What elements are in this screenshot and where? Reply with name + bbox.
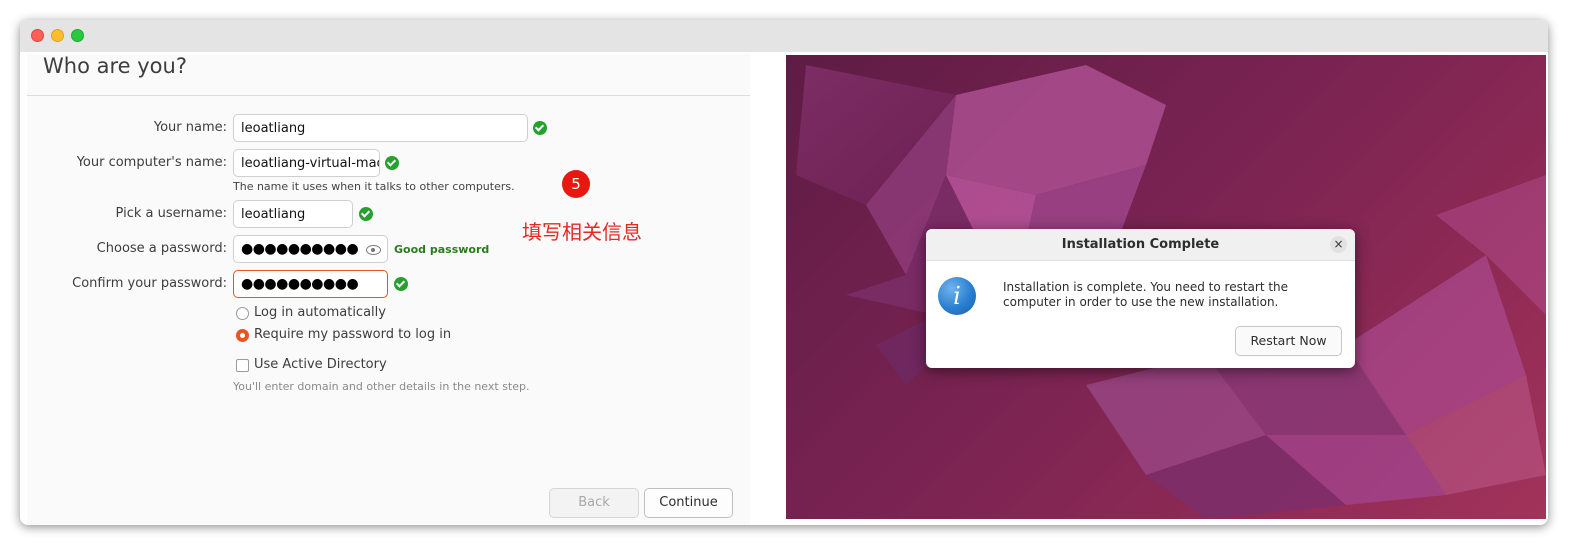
step-annotation: 填写相关信息 — [522, 220, 642, 244]
page-title: Who are you? — [43, 54, 187, 78]
computer-name-label: Your computer's name: — [76, 155, 227, 170]
name-valid-check-icon — [533, 121, 547, 135]
password-strength: Good password — [394, 243, 490, 256]
continue-button[interactable]: Continue — [644, 488, 733, 518]
installer-panel: Who are you? Your name: leoatliang Your … — [27, 54, 750, 525]
computer-name-hint: The name it uses when it talks to other … — [233, 180, 515, 193]
eye-icon[interactable] — [366, 245, 381, 255]
your-name-field[interactable]: leoatliang — [233, 114, 528, 142]
confirm-password-label: Confirm your password: — [72, 276, 227, 291]
maximize-dot-icon[interactable] — [71, 29, 84, 42]
computer-valid-check-icon — [385, 156, 399, 170]
restart-now-button[interactable]: Restart Now — [1235, 326, 1342, 356]
dialog-message: Installation is complete. You need to re… — [1003, 280, 1289, 309]
active-directory-hint: You'll enter domain and other details in… — [233, 380, 530, 393]
password-label: Choose a password: — [96, 241, 227, 256]
confirm-password-field[interactable]: ●●●●●●●●●● — [233, 270, 388, 298]
back-button[interactable]: Back — [549, 488, 639, 518]
confirm-password-dots: ●●●●●●●●●● — [241, 276, 359, 292]
title-bar — [20, 20, 1548, 52]
title-divider — [27, 95, 750, 96]
password-dots: ●●●●●●●●●● — [241, 241, 359, 257]
username-field[interactable]: leoatliang — [233, 200, 353, 228]
confirm-valid-check-icon — [394, 277, 408, 291]
username-label: Pick a username: — [115, 206, 227, 221]
require-password-radio[interactable] — [236, 329, 249, 342]
computer-name-field[interactable]: leoatliang-virtual-mach — [233, 149, 380, 177]
username-valid-check-icon — [359, 207, 373, 221]
your-name-label: Your name: — [153, 120, 227, 135]
auto-login-radio[interactable] — [236, 307, 249, 320]
info-icon: i — [938, 277, 976, 315]
close-icon[interactable]: × — [1330, 236, 1347, 253]
close-dot-icon[interactable] — [31, 29, 44, 42]
password-field[interactable]: ●●●●●●●●●● — [233, 235, 388, 263]
auto-login-label[interactable]: Log in automatically — [254, 305, 386, 320]
active-directory-checkbox[interactable] — [236, 359, 249, 372]
step-number-badge: 5 — [562, 170, 590, 198]
dialog-title: Installation Complete — [926, 229, 1355, 261]
minimize-dot-icon[interactable] — [51, 29, 64, 42]
installation-complete-dialog: Installation Complete × i Installation i… — [926, 229, 1355, 368]
active-directory-label[interactable]: Use Active Directory — [254, 357, 387, 372]
require-password-label[interactable]: Require my password to log in — [254, 327, 451, 342]
